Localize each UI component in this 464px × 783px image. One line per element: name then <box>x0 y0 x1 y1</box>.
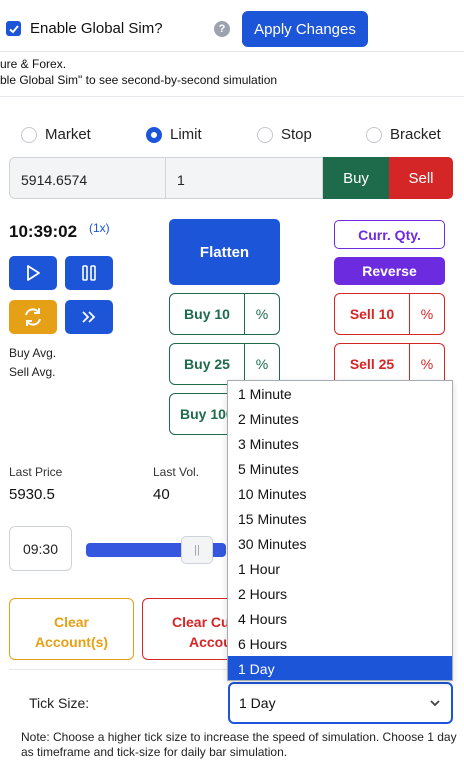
current-quantity-button[interactable]: Curr. Qty. <box>334 220 445 249</box>
info-text-line-1: ure & Forex. <box>0 57 67 71</box>
tick-size-dropdown: 1 Minute 2 Minutes 3 Minutes 5 Minutes 1… <box>227 380 453 681</box>
dropdown-option[interactable]: 5 Minutes <box>228 456 452 481</box>
dropdown-option[interactable]: 10 Minutes <box>228 481 452 506</box>
tick-size-select[interactable]: 1 Day <box>228 682 453 724</box>
apply-changes-button[interactable]: Apply Changes <box>242 11 368 47</box>
dropdown-option[interactable]: 30 Minutes <box>228 531 452 556</box>
dropdown-option[interactable]: 2 Hours <box>228 581 452 606</box>
radio-bracket-label: Bracket <box>390 126 441 143</box>
clear-accounts-label-1: Clear <box>53 614 90 630</box>
buy-button[interactable]: Buy <box>323 157 389 199</box>
refresh-icon <box>25 308 41 326</box>
reverse-button[interactable]: Reverse <box>334 257 445 285</box>
info-text-line-2: ble Global Sim" to see second-by-second … <box>0 73 278 87</box>
dropdown-option[interactable]: 4 Hours <box>228 606 452 631</box>
enable-global-sim-label: Enable Global Sim? <box>30 20 163 37</box>
last-volume-label: Last Vol. <box>153 465 200 479</box>
help-icon[interactable]: ? <box>214 21 230 37</box>
sim-clock: 10:39:02 <box>9 222 78 241</box>
sell-10-button[interactable]: Sell 10 <box>334 293 410 335</box>
clear-accounts-label-2: Account(s) <box>34 634 109 650</box>
sell-25-percent-button[interactable]: % <box>410 343 445 385</box>
radio-market[interactable] <box>21 127 37 143</box>
quantity-input[interactable]: 1 <box>166 157 323 199</box>
tick-size-selected-value: 1 Day <box>239 695 276 711</box>
sell-10-percent-button[interactable]: % <box>410 293 445 335</box>
chevron-down-icon <box>430 700 440 707</box>
radio-limit-label: Limit <box>170 126 202 143</box>
radio-bracket[interactable] <box>366 127 382 143</box>
last-price-value: 5930.5 <box>9 486 55 503</box>
buy-25-button[interactable]: Buy 25 <box>169 343 245 385</box>
last-volume-value: 40 <box>153 486 170 503</box>
last-price-label: Last Price <box>9 465 63 479</box>
dropdown-option[interactable]: 2 Minutes <box>228 406 452 431</box>
radio-stop[interactable] <box>257 127 273 143</box>
tick-size-note: Note: Choose a higher tick size to incre… <box>21 730 457 759</box>
fast-forward-button[interactable] <box>65 300 113 334</box>
speed-indicator[interactable]: (1x) <box>89 221 110 235</box>
sell-average-label: Sell Avg. <box>9 365 56 379</box>
start-time-input[interactable]: 09:30 <box>9 526 72 571</box>
playback-slider-thumb[interactable]: || <box>181 536 213 564</box>
clear-accounts-button[interactable]: Clear Account(s) <box>9 598 134 660</box>
buy-25-percent-button[interactable]: % <box>245 343 280 385</box>
sell-25-button[interactable]: Sell 25 <box>334 343 410 385</box>
pause-icon <box>82 265 96 281</box>
radio-market-label: Market <box>45 126 91 143</box>
tick-size-label: Tick Size: <box>29 695 90 711</box>
enable-global-sim-checkbox[interactable] <box>6 21 21 36</box>
play-button[interactable] <box>9 256 57 290</box>
flatten-button[interactable]: Flatten <box>169 219 280 285</box>
dropdown-option[interactable]: 15 Minutes <box>228 506 452 531</box>
reset-button[interactable] <box>9 300 57 334</box>
play-icon <box>27 265 40 281</box>
sell-button[interactable]: Sell <box>389 157 453 199</box>
dropdown-option-selected[interactable]: 1 Day <box>228 656 452 680</box>
buy-10-button[interactable]: Buy 10 <box>169 293 245 335</box>
dropdown-option[interactable]: 3 Minutes <box>228 431 452 456</box>
price-input[interactable]: 5914.6574 <box>9 157 166 199</box>
radio-limit[interactable] <box>146 127 162 143</box>
divider <box>0 96 464 97</box>
dropdown-option[interactable]: 1 Minute <box>228 381 452 406</box>
dropdown-option[interactable]: 6 Hours <box>228 631 452 656</box>
buy-average-label: Buy Avg. <box>9 346 57 360</box>
buy-10-percent-button[interactable]: % <box>245 293 280 335</box>
checkmark-icon <box>8 24 19 33</box>
radio-stop-label: Stop <box>281 126 312 143</box>
double-chevron-right-icon <box>82 311 96 323</box>
dropdown-option[interactable]: 1 Hour <box>228 556 452 581</box>
pause-button[interactable] <box>65 256 113 290</box>
